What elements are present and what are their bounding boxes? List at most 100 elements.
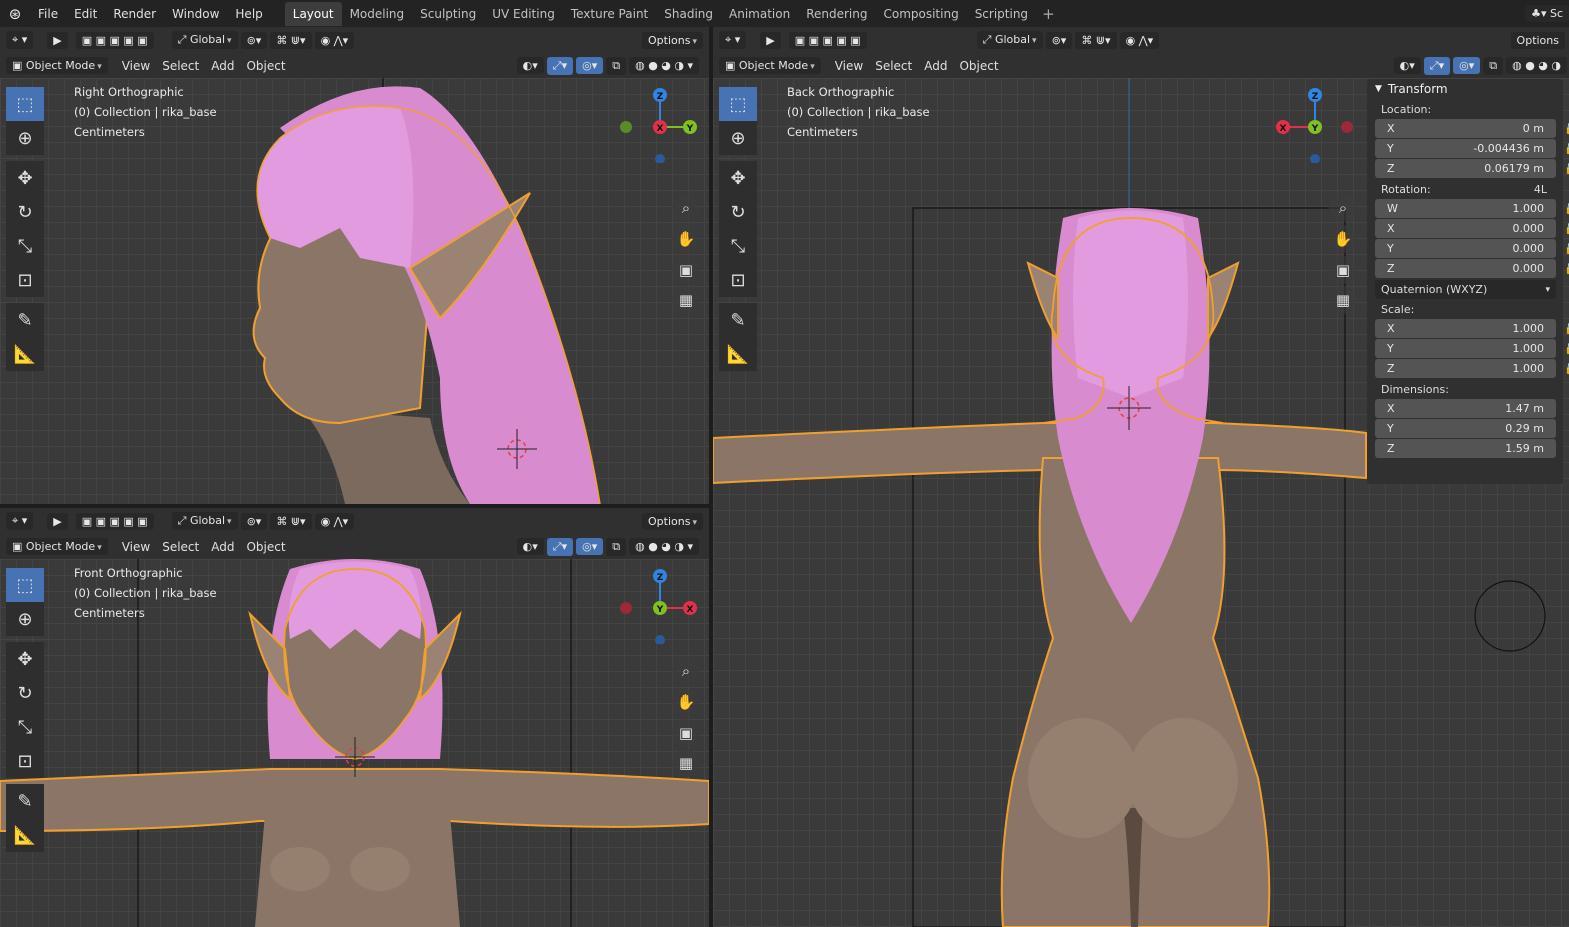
select-mode-buttons[interactable]: ▣ ▣ ▣ ▣ ▣ <box>75 31 154 49</box>
lock-icon[interactable]: 🔓 <box>1564 242 1569 255</box>
visibility-dropdown[interactable]: ◐▾ <box>516 538 544 555</box>
menu-object[interactable]: Object <box>240 56 291 76</box>
xray-toggle[interactable]: ⧉ <box>606 56 627 75</box>
measure-tool-icon[interactable]: 📐 <box>6 818 44 852</box>
shading-buttons[interactable]: ◍ ● ◕ ◑ ▾ <box>629 57 699 74</box>
overlay-toggle[interactable]: ◎▾ <box>1453 57 1481 74</box>
visibility-dropdown[interactable]: ◐▾ <box>516 57 544 74</box>
editor-type-button[interactable]: ⌖ ▾ <box>6 512 34 530</box>
lock-icon[interactable]: 🔓 <box>1564 342 1569 355</box>
measure-tool-icon[interactable]: 📐 <box>719 337 757 371</box>
gizmo-toggle[interactable]: ⤢▾ <box>546 537 574 556</box>
proportional-edit-toggle[interactable]: ◉ ⋀▾ <box>314 512 355 530</box>
lock-icon[interactable]: 🔓 <box>1564 362 1569 375</box>
lock-icon[interactable]: 🔓 <box>1564 202 1569 215</box>
annotate-tool-icon[interactable]: ✎ <box>6 303 44 337</box>
options-dropdown[interactable]: Options ▾ <box>642 31 703 49</box>
tweak-tool-button[interactable]: ▶ <box>47 512 68 530</box>
move-tool-icon[interactable]: ✥ <box>719 161 757 195</box>
menu-view[interactable]: View <box>116 537 156 557</box>
rotate-tool-icon[interactable]: ↻ <box>719 195 757 229</box>
lock-icon[interactable]: 🔓 <box>1564 262 1569 275</box>
snap-toggle[interactable]: ⌘ ⋓▾ <box>1075 31 1117 49</box>
location-x-field[interactable]: X 0 m 🔓 <box>1375 119 1569 138</box>
zoom-icon[interactable]: ⌕ <box>672 194 700 222</box>
editor-type-button[interactable]: ⌖ ▾ <box>719 31 747 49</box>
orientation-dropdown[interactable]: ⤢ Global ▾ <box>171 512 238 530</box>
gizmo-toggle[interactable]: ⤢▾ <box>1423 56 1451 75</box>
transform-panel-header[interactable]: ▼ Transform <box>1367 79 1563 99</box>
rotate-tool-icon[interactable]: ↻ <box>6 195 44 229</box>
scale-tool-icon[interactable]: ⤡ <box>6 710 44 744</box>
grid-icon[interactable]: ▦ <box>672 286 700 314</box>
location-y-field[interactable]: Y -0.004436 m 🔓 <box>1375 139 1569 158</box>
options-dropdown[interactable]: Options <box>1510 31 1565 49</box>
xray-toggle[interactable]: ⧉ <box>606 537 627 556</box>
menu-file[interactable]: File <box>30 7 66 21</box>
visibility-dropdown[interactable]: ◐▾ <box>1393 57 1421 74</box>
pan-hand-icon[interactable]: ✋ <box>672 688 700 716</box>
viewport-canvas[interactable]: Front Orthographic (0) Collection | rika… <box>0 559 709 927</box>
navigation-gizmo[interactable]: Z X Y <box>610 564 700 644</box>
pivot-dropdown[interactable]: ⊚▾ <box>240 31 268 49</box>
mode-dropdown[interactable]: ▣ Object Mode ▾ <box>6 57 108 74</box>
move-tool-icon[interactable]: ✥ <box>6 642 44 676</box>
rotation-w-field[interactable]: W 1.000 🔓 <box>1375 199 1569 218</box>
pan-hand-icon[interactable]: ✋ <box>1329 225 1357 253</box>
menu-edit[interactable]: Edit <box>66 7 105 21</box>
add-workspace-button[interactable]: + <box>1036 5 1061 23</box>
grid-icon[interactable]: ▦ <box>672 749 700 777</box>
tweak-tool-button[interactable]: ▶ <box>760 31 781 49</box>
menu-help[interactable]: Help <box>227 7 270 21</box>
annotate-tool-icon[interactable]: ✎ <box>6 784 44 818</box>
scale-tool-icon[interactable]: ⤡ <box>719 229 757 263</box>
options-dropdown[interactable]: Options ▾ <box>642 512 703 530</box>
camera-icon[interactable]: ▣ <box>1329 256 1357 284</box>
menu-select[interactable]: Select <box>869 56 918 76</box>
snap-toggle[interactable]: ⌘ ⋓▾ <box>270 512 312 530</box>
camera-icon[interactable]: ▣ <box>672 719 700 747</box>
rotation-x-field[interactable]: X 0.000 🔓 <box>1375 219 1569 238</box>
menu-view[interactable]: View <box>116 56 156 76</box>
pivot-dropdown[interactable]: ⊚▾ <box>1045 31 1073 49</box>
rotation-lock-4l-toggle[interactable]: 4L <box>1534 183 1547 196</box>
rotation-mode-dropdown[interactable]: Quaternion (WXYZ) ▾ <box>1375 280 1556 299</box>
lock-icon[interactable]: 🔓 <box>1564 162 1569 175</box>
tab-uv-editing[interactable]: UV Editing <box>484 2 563 26</box>
shading-buttons[interactable]: ◍ ● ◕ ◑ ▾ <box>629 538 699 555</box>
select-tool-icon[interactable]: ⬚ <box>719 87 757 121</box>
tab-rendering[interactable]: Rendering <box>798 2 875 26</box>
tab-scripting[interactable]: Scripting <box>967 2 1036 26</box>
menu-object[interactable]: Object <box>240 537 291 557</box>
blender-logo-icon[interactable]: ⊛ <box>0 5 30 23</box>
pan-hand-icon[interactable]: ✋ <box>672 225 700 253</box>
collapse-arrow-icon[interactable]: ▼ <box>1375 84 1382 94</box>
tab-animation[interactable]: Animation <box>721 2 798 26</box>
menu-window[interactable]: Window <box>164 7 227 21</box>
zoom-icon[interactable]: ⌕ <box>1329 194 1357 222</box>
editor-type-button[interactable]: ⌖ ▾ <box>6 31 34 49</box>
scale-x-field[interactable]: X 1.000 🔓 <box>1375 319 1569 338</box>
menu-render[interactable]: Render <box>105 7 164 21</box>
mode-dropdown[interactable]: ▣ Object Mode ▾ <box>6 538 108 555</box>
scale-tool-icon[interactable]: ⤡ <box>6 229 44 263</box>
shading-buttons[interactable]: ◍ ● ◕ ◑ <box>1506 57 1567 74</box>
menu-add[interactable]: Add <box>205 56 240 76</box>
navigation-gizmo[interactable]: Z X Y <box>1269 83 1359 163</box>
xray-toggle[interactable]: ⧉ <box>1483 56 1504 75</box>
move-tool-icon[interactable]: ✥ <box>6 161 44 195</box>
transform-tool-icon[interactable]: ⊡ <box>719 263 757 297</box>
lock-icon[interactable]: 🔓 <box>1564 122 1569 135</box>
transform-tool-icon[interactable]: ⊡ <box>6 263 44 297</box>
menu-view[interactable]: View <box>829 56 869 76</box>
menu-select[interactable]: Select <box>156 56 205 76</box>
orientation-dropdown[interactable]: ⤢ Global ▾ <box>976 31 1043 49</box>
navigation-gizmo[interactable]: Z Y X <box>610 83 700 163</box>
measure-tool-icon[interactable]: 📐 <box>6 337 44 371</box>
select-tool-icon[interactable]: ⬚ <box>6 568 44 602</box>
cursor-tool-icon[interactable]: ⊕ <box>719 121 757 155</box>
scale-z-field[interactable]: Z 1.000 🔓 <box>1375 359 1569 378</box>
overlay-toggle[interactable]: ◎▾ <box>576 538 604 555</box>
select-mode-buttons[interactable]: ▣ ▣ ▣ ▣ ▣ <box>75 512 154 530</box>
select-tool-icon[interactable]: ⬚ <box>6 87 44 121</box>
